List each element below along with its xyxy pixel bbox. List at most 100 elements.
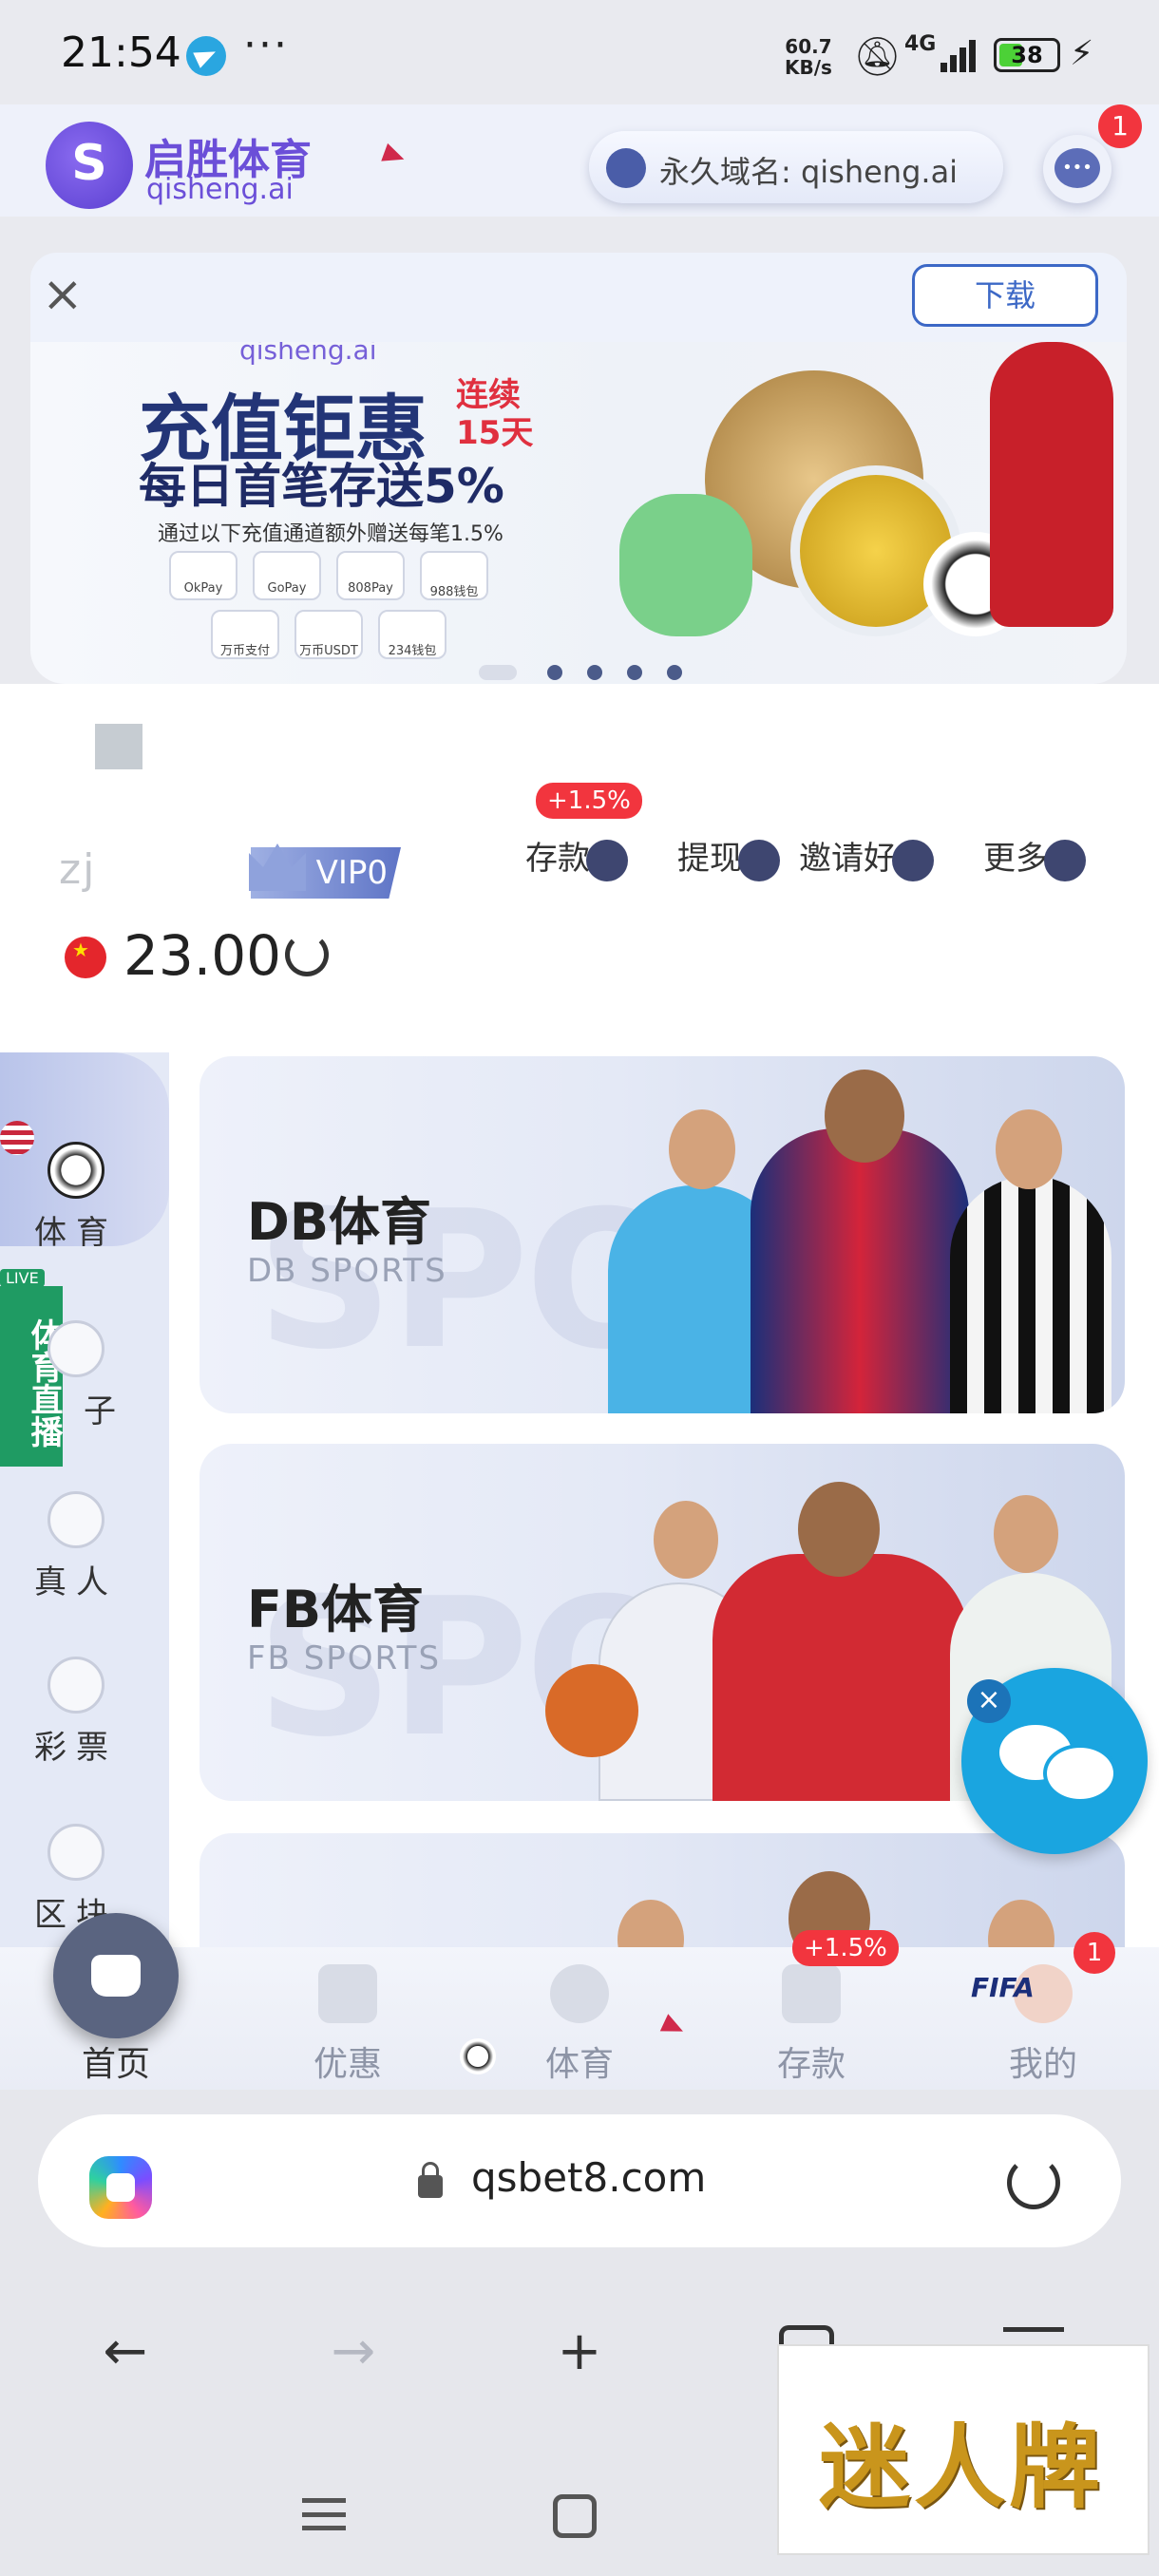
player-head-image <box>654 1501 718 1579</box>
reload-icon[interactable] <box>1007 2156 1060 2209</box>
tab-deposit[interactable]: 存款 <box>716 1964 906 2086</box>
signal-icon <box>940 38 982 72</box>
tab-promotions[interactable]: 优惠 <box>253 1964 443 2086</box>
soccer-ball-icon <box>48 1142 104 1199</box>
brand-name-en[interactable]: qisheng.ai <box>146 173 294 206</box>
close-icon[interactable]: × <box>967 1679 1011 1723</box>
tab-sports[interactable]: 体育 <box>484 1964 674 2086</box>
message-badge: 1 <box>1098 104 1142 148</box>
payment-chip: 234钱包 <box>378 610 446 659</box>
globe-icon <box>606 148 646 188</box>
player-image <box>990 342 1113 627</box>
promo-banner[interactable]: qisheng.ai 充值钜惠 连续 15天 每日首笔存送5% 通过以下充值通道… <box>30 342 1127 684</box>
more-action[interactable]: 更多 <box>944 811 1087 879</box>
withdraw-action[interactable]: 提现 <box>638 811 781 879</box>
live-mini-badge: LIVE <box>0 1269 45 1287</box>
deposit-action[interactable]: +1.5% 存款 <box>486 783 642 879</box>
banner-brand: qisheng.ai <box>239 342 377 366</box>
tab-label: 首页 <box>81 2045 150 2084</box>
invite-action[interactable]: 邀请好友 <box>792 811 935 879</box>
payment-chip: OkPay <box>169 551 238 600</box>
lock-icon <box>418 2162 443 2198</box>
carousel-dot[interactable] <box>547 665 562 680</box>
third-sports-card[interactable] <box>200 1833 1125 1947</box>
telegram-icon <box>186 36 226 76</box>
charging-icon: ⚡︎ <box>1070 34 1094 73</box>
forward-button[interactable]: → <box>306 2314 401 2390</box>
blockchain-icon <box>48 1824 104 1881</box>
tab-label: 体育 <box>544 2045 614 2084</box>
menu-icon[interactable] <box>1003 2327 1064 2332</box>
mascot-image <box>619 494 752 636</box>
db-sports-card[interactable]: SPORTS DB体育 DB SPORTS <box>200 1056 1125 1413</box>
fifa-logo: FIFA <box>971 1972 1035 2003</box>
player-head-image <box>618 1900 684 1947</box>
player-image <box>750 1128 969 1413</box>
url-text[interactable]: qsbet8.com <box>471 2154 706 2201</box>
category-sidebar: 体育 LIVE 体育直播 子 真人 彩票 区块 <box>0 1052 169 1947</box>
deposit-bonus-badge: +1.5% <box>792 1930 899 1966</box>
permanent-domain-text: 永久域名: qisheng.ai <box>659 154 959 190</box>
close-icon[interactable]: × <box>42 266 84 323</box>
home-icon[interactable] <box>53 1913 179 2038</box>
copilot-icon[interactable] <box>89 2156 152 2219</box>
bell-muted-icon: 🔕︎ <box>853 35 902 79</box>
watermark-text: 迷人牌 <box>819 2415 1104 2521</box>
recent-apps-icon[interactable] <box>302 2498 346 2530</box>
balance: 23.00 <box>124 923 282 988</box>
avatar[interactable] <box>95 724 142 769</box>
lottery-icon <box>48 1657 104 1714</box>
browser-address-bar: qsbet8.com <box>0 2090 1159 2280</box>
banner-note: 通过以下充值通道额外赠送每笔1.5% <box>158 522 504 546</box>
flag-decoration-icon <box>381 142 408 169</box>
esports-icon <box>48 1320 104 1377</box>
player-head-image <box>669 1109 735 1189</box>
sidebar-item-esports[interactable]: 子 <box>0 1320 152 1431</box>
download-button[interactable]: 下载 <box>912 264 1098 327</box>
carousel-dot[interactable] <box>667 665 682 680</box>
system-home-icon[interactable] <box>553 2494 597 2538</box>
card-title: DB体育 <box>247 1192 431 1252</box>
carousel-dot[interactable] <box>627 665 642 680</box>
logo-icon[interactable] <box>46 122 133 209</box>
new-tab-button[interactable]: + <box>532 2314 627 2390</box>
sidebar-item-lottery[interactable]: 彩票 <box>0 1657 152 1768</box>
profile-badge: 1 <box>1074 1932 1115 1974</box>
sidebar-item-sports[interactable]: 体育 <box>0 1142 152 1253</box>
banner-tag-line2: 15天 <box>456 414 534 452</box>
permanent-domain-pill[interactable]: 永久域名: qisheng.ai <box>589 131 1003 203</box>
net-speed-value: 60.7 <box>785 35 832 58</box>
watermark: 迷人牌 <box>777 2344 1150 2555</box>
payment-chip: 808Pay <box>336 551 405 600</box>
sidebar-item-label: 体育 <box>34 1214 118 1252</box>
sidebar-item-label: 彩票 <box>34 1729 118 1767</box>
back-button[interactable]: ← <box>78 2314 173 2390</box>
soccer-ball-icon <box>550 1964 609 2023</box>
url-field[interactable]: qsbet8.com <box>38 2114 1121 2247</box>
sidebar-item-label: 真人 <box>34 1563 118 1601</box>
basketball-image <box>545 1664 638 1757</box>
payment-chip: 万币USDT <box>294 610 363 659</box>
player-image <box>712 1554 969 1801</box>
sidebar-item-live-casino[interactable]: 真人 <box>0 1491 152 1602</box>
card-title: FB体育 <box>247 1580 425 1639</box>
site-header: 启胜体育 qisheng.ai 永久域名: qisheng.ai 1 <box>0 104 1159 217</box>
carousel-dot[interactable] <box>587 665 602 680</box>
card-subtitle: FB SPORTS <box>247 1639 442 1677</box>
deposit-bonus-badge: +1.5% <box>536 783 642 819</box>
card-subtitle: DB SPORTS <box>247 1252 447 1290</box>
carousel-dot[interactable] <box>479 665 517 680</box>
banner-subtitle: 每日首笔存送5% <box>139 459 504 514</box>
wallet-icon <box>782 1964 841 2023</box>
live-casino-icon <box>48 1491 104 1548</box>
refresh-icon[interactable] <box>285 933 329 976</box>
player-head-image <box>996 1109 1062 1189</box>
tab-label: 优惠 <box>313 2045 382 2084</box>
username: zj <box>59 845 97 894</box>
net-speed-unit: KB/s <box>785 56 832 79</box>
message-button[interactable] <box>1043 135 1112 203</box>
banner-tag-line1: 连续 <box>456 376 521 414</box>
soccer-ball-decoration-icon <box>460 2038 496 2074</box>
player-head-image <box>798 1482 880 1577</box>
banner-tag: 连续 15天 <box>456 376 533 452</box>
